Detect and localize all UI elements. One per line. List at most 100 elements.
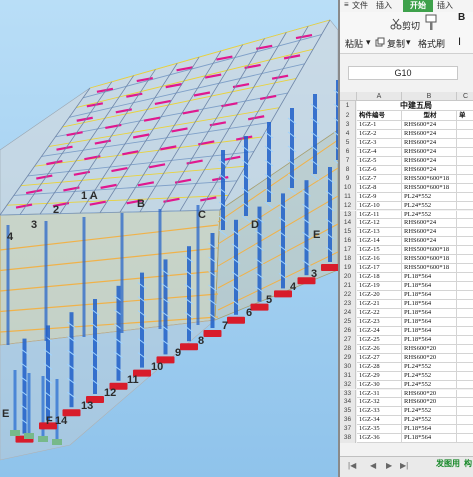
paste-dropdown-icon[interactable]: ▾ (366, 37, 371, 48)
last-sheet-icon[interactable]: ▶| (400, 461, 408, 470)
unit-cell[interactable] (457, 201, 473, 211)
member-id-cell[interactable]: 1GZ-24 (357, 326, 402, 336)
unit-cell[interactable] (457, 425, 473, 435)
row-header[interactable]: 36 (340, 416, 356, 426)
copy-dropdown-icon[interactable]: ▾ (406, 37, 411, 48)
unit-cell[interactable] (457, 237, 473, 247)
row-header[interactable]: 30 (340, 362, 356, 372)
section-cell[interactable]: RHS600*20 (402, 398, 457, 408)
row-header[interactable]: 14 (340, 219, 356, 229)
row-header[interactable]: 24 (340, 308, 356, 318)
section-cell[interactable]: RHS600*24 (402, 219, 457, 229)
unit-cell[interactable] (457, 138, 473, 148)
section-cell[interactable]: RHS600*20 (402, 389, 457, 399)
section-cell[interactable]: RHS600*24 (402, 129, 457, 139)
grid-label-e[interactable]: E (313, 230, 320, 241)
row-header[interactable]: 19 (340, 264, 356, 274)
row-header[interactable]: 12 (340, 201, 356, 211)
tab-start[interactable]: 开始 (403, 0, 433, 12)
name-box[interactable]: G10 (348, 66, 458, 80)
row-header[interactable]: 35 (340, 407, 356, 417)
row-header[interactable]: 23 (340, 300, 356, 309)
header-cell-section[interactable]: 型材 (402, 111, 457, 121)
unit-cell[interactable] (457, 317, 473, 327)
section-cell[interactable]: RHS500*600*18 (402, 246, 457, 256)
unit-cell[interactable] (457, 192, 473, 202)
grid-label-1a[interactable]: 1 A (81, 191, 98, 202)
member-id-cell[interactable]: 1GZ-5 (357, 156, 402, 166)
section-cell[interactable]: PL18*564 (402, 326, 457, 336)
unit-cell[interactable] (457, 380, 473, 390)
grid-label-7[interactable]: 7 (222, 321, 228, 332)
tab-insert[interactable]: 插入 (376, 0, 392, 11)
cut-label[interactable]: 剪切 (402, 19, 420, 32)
menu-icon[interactable]: ≡ (344, 0, 349, 9)
row-header[interactable]: 9 (340, 174, 356, 184)
row-header[interactable]: 27 (340, 335, 356, 345)
unit-cell[interactable] (457, 156, 473, 166)
member-id-cell[interactable]: 1GZ-2 (357, 129, 402, 139)
unit-cell[interactable] (457, 326, 473, 336)
header-cell-unit[interactable]: 单 (457, 111, 473, 121)
column-header-a[interactable]: A (357, 92, 402, 101)
grid-label-b[interactable]: B (137, 199, 145, 210)
row-header[interactable]: 3 (340, 121, 356, 130)
unit-cell[interactable] (457, 434, 473, 444)
member-id-cell[interactable]: 1GZ-13 (357, 228, 402, 238)
member-id-cell[interactable]: 1GZ-29 (357, 371, 402, 381)
unit-cell[interactable] (457, 398, 473, 408)
select-all-corner[interactable] (340, 92, 357, 101)
row-header[interactable]: 22 (340, 291, 356, 300)
unit-cell[interactable] (457, 416, 473, 426)
section-cell[interactable]: PL18*564 (402, 300, 457, 309)
next-sheet-icon[interactable]: ▶ (386, 461, 392, 470)
row-header[interactable]: 26 (340, 326, 356, 336)
member-id-cell[interactable]: 1GZ-27 (357, 353, 402, 363)
section-cell[interactable]: RHS600*24 (402, 228, 457, 238)
section-cell[interactable]: RHS600*24 (402, 165, 457, 175)
row-header[interactable]: 32 (340, 380, 356, 390)
member-id-cell[interactable]: 1GZ-33 (357, 407, 402, 417)
row-header[interactable]: 11 (340, 192, 356, 202)
member-id-cell[interactable]: 1GZ-15 (357, 246, 402, 256)
section-cell[interactable]: PL24*552 (402, 416, 457, 426)
grid-label-c[interactable]: C (198, 210, 206, 221)
grid-label-5[interactable]: 5 (266, 295, 272, 306)
member-id-cell[interactable]: 1GZ-34 (357, 416, 402, 426)
member-id-cell[interactable]: 1GZ-4 (357, 147, 402, 157)
grid-label-10[interactable]: 10 (151, 362, 163, 373)
grid-label-d[interactable]: D (251, 220, 259, 231)
row-header[interactable]: 2 (340, 111, 356, 121)
unit-cell[interactable] (457, 165, 473, 175)
section-cell[interactable]: PL24*552 (402, 192, 457, 202)
unit-cell[interactable] (457, 121, 473, 130)
member-id-cell[interactable]: 1GZ-14 (357, 237, 402, 247)
unit-cell[interactable] (457, 353, 473, 363)
member-id-cell[interactable]: 1GZ-8 (357, 183, 402, 193)
member-id-cell[interactable]: 1GZ-9 (357, 192, 402, 202)
structure-3d-viewport[interactable]: 1 A B C D E E F 2 3 4 3 4 5 6 7 8 9 10 1… (0, 0, 338, 477)
row-header[interactable]: 16 (340, 237, 356, 247)
section-cell[interactable]: RHS600*20 (402, 353, 457, 363)
row-header[interactable]: 13 (340, 210, 356, 220)
member-id-cell[interactable]: 1GZ-11 (357, 210, 402, 220)
grid-label-6[interactable]: 6 (246, 308, 252, 319)
unit-cell[interactable] (457, 147, 473, 157)
row-header[interactable]: 8 (340, 165, 356, 175)
member-id-cell[interactable]: 1GZ-26 (357, 344, 402, 354)
column-header-c[interactable]: C (457, 92, 473, 101)
unit-cell[interactable] (457, 344, 473, 354)
row-header[interactable]: 29 (340, 353, 356, 363)
row-header[interactable]: 10 (340, 183, 356, 193)
member-id-cell[interactable]: 1GZ-36 (357, 434, 402, 444)
grid-label-9[interactable]: 9 (175, 348, 181, 359)
unit-cell[interactable] (457, 174, 473, 184)
grid-label-8[interactable]: 8 (198, 336, 204, 347)
member-id-cell[interactable]: 1GZ-19 (357, 282, 402, 292)
unit-cell[interactable] (457, 371, 473, 381)
grid-label-14[interactable]: 14 (55, 416, 67, 427)
row-header[interactable]: 18 (340, 255, 356, 265)
unit-cell[interactable] (457, 219, 473, 229)
grid-label-3[interactable]: 3 (31, 220, 37, 231)
row-header[interactable]: 4 (340, 129, 356, 139)
